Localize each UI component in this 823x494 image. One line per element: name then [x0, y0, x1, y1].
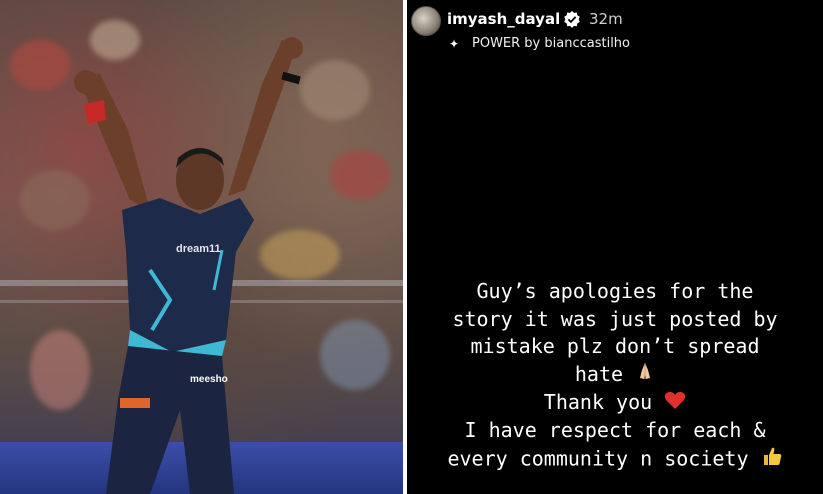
sparkle-music-icon: ✦ — [449, 37, 460, 51]
message-line: Thank you — [543, 389, 653, 414]
svg-text:dream11: dream11 — [176, 243, 221, 255]
red-heart-emoji — [664, 390, 686, 418]
avatar[interactable] — [411, 6, 441, 36]
story-message: Guy’s apologies for the story it was jus… — [407, 278, 823, 474]
story-timestamp: 32m — [589, 10, 623, 28]
player-photo: dream11 meesho — [0, 0, 403, 494]
verified-badge-icon — [564, 10, 580, 28]
instagram-story: imyash_dayal 32m ✦ POWER by bianccastilh… — [407, 0, 823, 494]
story-username[interactable]: imyash_dayal — [447, 10, 560, 28]
folded-hands-emoji — [635, 361, 655, 389]
message-line: mistake plz don’t spread — [470, 334, 760, 358]
svg-text:meesho: meesho — [190, 374, 228, 385]
message-line: I have respect for each & — [464, 418, 766, 442]
message-line: hate — [574, 361, 624, 386]
thumbs-up-emoji — [761, 445, 783, 475]
story-music[interactable]: POWER by bianccastilho — [472, 36, 630, 51]
message-line: every community n society — [447, 445, 749, 470]
message-line: story it was just posted by — [452, 306, 778, 331]
bowler-figure: dream11 meesho — [74, 37, 303, 494]
message-line: Guy’s apologies for the — [476, 279, 754, 303]
